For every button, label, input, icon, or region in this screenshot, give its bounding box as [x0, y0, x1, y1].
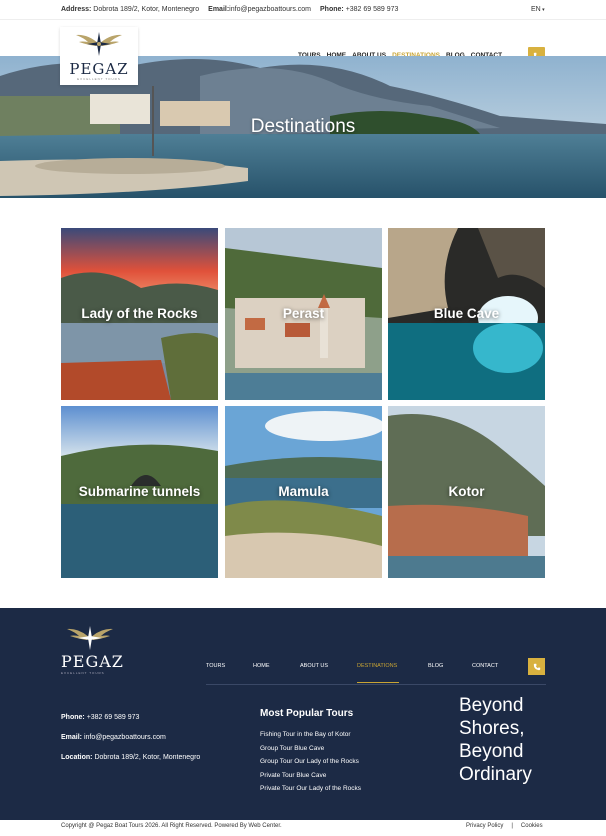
- footer-nav-blog[interactable]: BLOG: [428, 663, 443, 669]
- destination-card[interactable]: Lady of the Rocks: [61, 228, 218, 400]
- email-info[interactable]: Email:info@pegazboattours.com: [208, 6, 311, 13]
- footer-divider: [206, 684, 546, 685]
- footer-nav: TOURS HOME ABOUT US DESTINATIONS BLOG CO…: [206, 663, 506, 683]
- footer-nav-destinations[interactable]: DESTINATIONS: [357, 663, 397, 669]
- popular-tour-link[interactable]: Private Tour Blue Cave: [260, 769, 361, 783]
- popular-tours-title: Most Popular Tours: [260, 708, 354, 719]
- footer-brand-tagline: EXCELLENT TOURS: [61, 671, 105, 675]
- destination-card[interactable]: Mamula: [225, 406, 382, 578]
- footer-email[interactable]: Email: info@pegazboattours.com: [61, 728, 200, 748]
- language-selector[interactable]: EN ▾: [531, 6, 545, 13]
- footer-nav-contact[interactable]: CONTACT: [472, 663, 498, 669]
- separator: |: [511, 823, 513, 829]
- footer-contact: Phone: +382 69 589 973 Email: info@pegaz…: [61, 708, 200, 768]
- popular-tour-link[interactable]: Group Tour Our Lady of the Rocks: [260, 755, 361, 769]
- popular-tours: Most Popular Tours Fishing Tour in the B…: [260, 708, 361, 796]
- top-info-bar: Address: Dobrota 189/2, Kotor, Montenegr…: [0, 0, 606, 20]
- footer-nav-tours[interactable]: TOURS: [206, 663, 225, 669]
- address-info: Address: Dobrota 189/2, Kotor, Montenegr…: [61, 6, 200, 13]
- footer-location: Location: Dobrota 189/2, Kotor, Monteneg…: [61, 754, 201, 761]
- destination-card[interactable]: Submarine tunnels: [61, 406, 218, 578]
- footer-nav-home[interactable]: HOME: [253, 663, 270, 669]
- destination-name: Perast: [282, 306, 325, 321]
- phone-info[interactable]: Phone: +382 69 589 973: [320, 6, 398, 13]
- destination-name: Mamula: [278, 484, 329, 499]
- footer-phone-button[interactable]: [528, 658, 545, 675]
- destination-name: Kotor: [448, 484, 485, 499]
- brand-name: PEGAZ: [69, 60, 129, 78]
- destination-card[interactable]: Blue Cave: [388, 228, 545, 400]
- destination-card[interactable]: Perast: [225, 228, 382, 400]
- footer-brand-name: PEGAZ: [61, 652, 124, 671]
- active-nav-underline: [357, 682, 399, 683]
- footer-phone[interactable]: Phone: +382 69 589 973: [61, 708, 200, 728]
- footer-slogan: Beyond Shores, Beyond Ordinary: [459, 695, 532, 785]
- popular-tour-link[interactable]: Fishing Tour in the Bay of Kotor: [260, 728, 361, 742]
- destination-name: Lady of the Rocks: [81, 306, 198, 321]
- copyright-bar: Copyright @ Pegaz Boat Tours 2026. All R…: [0, 820, 606, 836]
- copyright-text: Copyright @ Pegaz Boat Tours 2026. All R…: [61, 823, 282, 829]
- pegasus-compass-logo-icon: [76, 32, 122, 56]
- brand-tagline: EXCELLENT TOURS: [77, 77, 121, 81]
- pegasus-compass-logo-icon: [67, 626, 113, 650]
- page-title: Destinations: [250, 116, 356, 137]
- cookies-link[interactable]: Cookies: [521, 823, 543, 829]
- phone-icon: [533, 663, 540, 670]
- chevron-down-icon: ▾: [540, 7, 545, 13]
- popular-tour-link[interactable]: Group Tour Blue Cave: [260, 742, 361, 756]
- footer-nav-about[interactable]: ABOUT US: [300, 663, 328, 669]
- site-footer: PEGAZ EXCELLENT TOURS TOURS HOME ABOUT U…: [0, 608, 606, 820]
- destination-name: Blue Cave: [433, 306, 500, 321]
- destination-name: Submarine tunnels: [78, 484, 201, 499]
- privacy-policy-link[interactable]: Privacy Policy: [466, 823, 503, 829]
- site-logo[interactable]: PEGAZ EXCELLENT TOURS: [60, 27, 138, 85]
- destination-card[interactable]: Kotor: [388, 406, 545, 578]
- popular-tour-link[interactable]: Private Tour Our Lady of the Rocks: [260, 782, 361, 796]
